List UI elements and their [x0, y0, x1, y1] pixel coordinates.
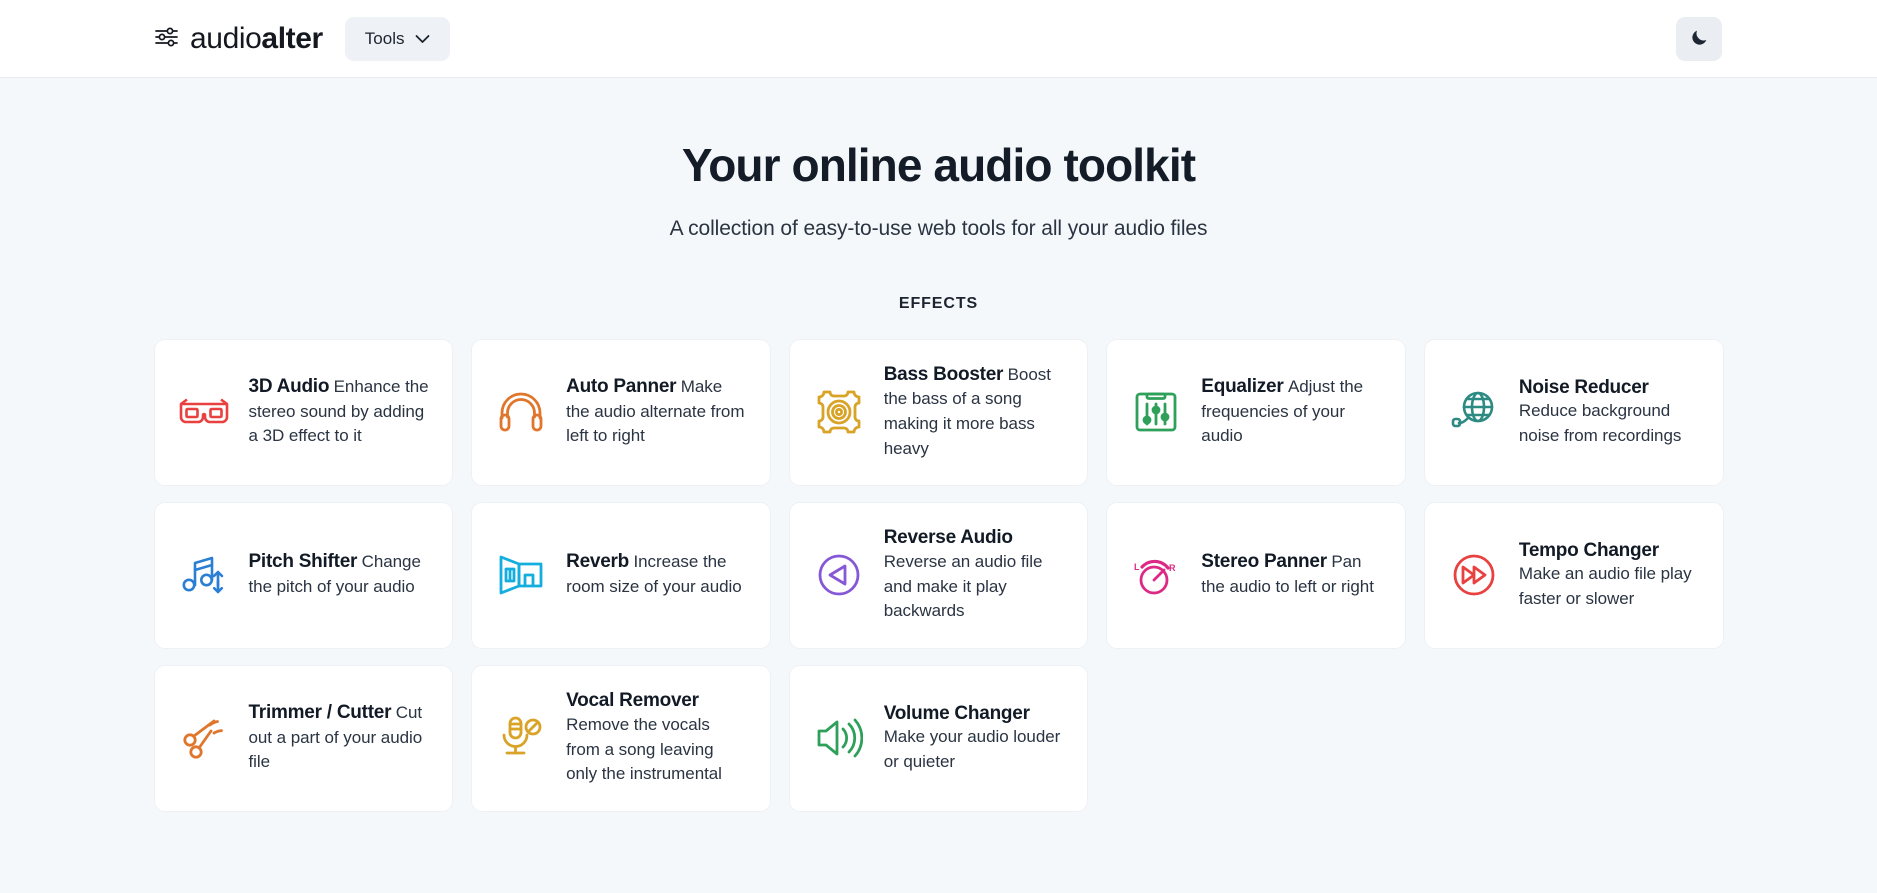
tool-card-title: Auto Panner — [566, 376, 677, 398]
brand-text-light: audio — [190, 21, 262, 55]
tool-card-trimmer-cutter[interactable]: Trimmer / Cutter Cut out a part of your … — [153, 664, 454, 812]
speaker-woofer-icon — [810, 383, 868, 441]
tool-card-title: 3D Audio — [248, 376, 330, 398]
tools-grid: 3D Audio Enhance the stereo sound by add… — [153, 338, 1724, 812]
svg-text:L: L — [1134, 562, 1140, 572]
brand-logo[interactable]: audioalter — [155, 21, 323, 55]
tool-card-body: 3D Audio Enhance the stereo sound by add… — [249, 375, 431, 449]
tool-card-stereo-panner[interactable]: L R Stereo Panner Pan the audio to left … — [1106, 501, 1406, 649]
equalizer-sliders-icon — [1127, 383, 1185, 441]
main-content: Your online audio toolkit A collection o… — [0, 78, 1877, 812]
tool-card-title: Noise Reducer — [1518, 376, 1649, 398]
brand-text: audioalter — [190, 21, 323, 55]
site-header: audioalter Tools — [0, 0, 1877, 78]
tool-card-title: Reverse Audio — [883, 527, 1013, 549]
page-title: Your online audio toolkit — [681, 139, 1196, 191]
dark-mode-toggle-button[interactable] — [1676, 16, 1722, 61]
pan-knob-icon: L R — [1127, 546, 1185, 604]
tool-card-body: Auto Panner Make the audio alternate fro… — [566, 375, 748, 449]
headphones-icon — [492, 383, 550, 441]
glasses-3d-icon — [175, 383, 233, 441]
tool-card-description: Make your audio louder or quieter — [883, 727, 1061, 771]
scissors-icon — [175, 709, 233, 767]
tool-card-title: Reverb — [566, 551, 630, 573]
tool-card-title: Pitch Shifter — [248, 551, 358, 573]
tool-card-body: Pitch Shifter Change the pitch of your a… — [249, 550, 431, 599]
tool-card-3d-audio[interactable]: 3D Audio Enhance the stereo sound by add… — [153, 338, 454, 486]
microphone-off-icon — [492, 709, 550, 767]
sliders-icon — [155, 25, 181, 52]
music-note-arrows-icon — [175, 546, 233, 604]
tool-card-title: Equalizer — [1201, 376, 1284, 398]
tool-card-description: Remove the vocals from a song leaving on… — [566, 715, 722, 784]
tool-card-title: Tempo Changer — [1518, 539, 1659, 561]
tool-card-equalizer[interactable]: Equalizer Adjust the frequencies of your… — [1106, 338, 1406, 486]
tool-card-body: Reverse Audio Reverse an audio file and … — [884, 526, 1066, 624]
tool-card-volume-changer[interactable]: Volume Changer Make your audio louder or… — [788, 664, 1089, 812]
tool-card-auto-panner[interactable]: Auto Panner Make the audio alternate fro… — [471, 338, 771, 486]
tools-menu-button[interactable]: Tools — [344, 16, 451, 61]
tool-card-body: Volume Changer Make your audio louder or… — [884, 702, 1066, 775]
tool-card-noise-reducer[interactable]: Noise Reducer Reduce background noise fr… — [1423, 338, 1724, 486]
tool-card-body: Tempo Changer Make an audio file play fa… — [1519, 539, 1701, 612]
tool-card-pitch-shifter[interactable]: Pitch Shifter Change the pitch of your a… — [153, 501, 454, 649]
svg-text:R: R — [1169, 563, 1176, 573]
tool-card-tempo-changer[interactable]: Tempo Changer Make an audio file play fa… — [1423, 501, 1724, 649]
tool-card-title: Trimmer / Cutter — [248, 702, 392, 724]
tool-card-bass-booster[interactable]: Bass Booster Boost the bass of a song ma… — [788, 338, 1089, 486]
tool-card-body: Noise Reducer Reduce background noise fr… — [1519, 376, 1701, 449]
noise-globe-icon — [1445, 383, 1503, 441]
tool-card-description: Reverse an audio file and make it play b… — [883, 552, 1043, 621]
room-perspective-icon — [492, 546, 550, 604]
moon-icon — [1690, 28, 1709, 50]
tool-card-body: Equalizer Adjust the frequencies of your… — [1201, 375, 1383, 449]
tool-card-reverb[interactable]: Reverb Increase the room size of your au… — [471, 501, 771, 649]
tool-card-title: Volume Changer — [883, 702, 1030, 724]
tool-card-vocal-remover[interactable]: Vocal Remover Remove the vocals from a s… — [471, 664, 771, 812]
tool-card-description: Reduce background noise from recordings — [1518, 401, 1682, 445]
tool-card-body: Reverb Increase the room size of your au… — [566, 550, 748, 599]
reverse-play-icon — [810, 546, 868, 604]
fast-forward-icon — [1445, 546, 1503, 604]
tool-card-body: Trimmer / Cutter Cut out a part of your … — [249, 701, 431, 775]
brand-text-bold: alter — [261, 21, 323, 55]
chevron-down-icon — [415, 29, 430, 49]
tool-card-title: Bass Booster — [883, 363, 1004, 385]
tool-card-description: Make an audio file play faster or slower — [1518, 564, 1692, 608]
page-subtitle: A collection of easy-to-use web tools fo… — [669, 216, 1208, 240]
section-heading-effects: EFFECTS — [898, 294, 979, 312]
tool-card-body: Stereo Panner Pan the audio to left or r… — [1201, 550, 1383, 599]
hero-section: Your online audio toolkit A collection o… — [0, 78, 1877, 241]
tool-card-title: Stereo Panner — [1201, 551, 1327, 573]
tools-button-label: Tools — [364, 28, 405, 48]
tool-card-reverse-audio[interactable]: Reverse Audio Reverse an audio file and … — [788, 501, 1089, 649]
tool-card-body: Bass Booster Boost the bass of a song ma… — [884, 363, 1066, 462]
tool-card-title: Vocal Remover — [566, 690, 699, 712]
speaker-waves-icon — [810, 709, 868, 767]
tool-card-body: Vocal Remover Remove the vocals from a s… — [566, 689, 748, 787]
